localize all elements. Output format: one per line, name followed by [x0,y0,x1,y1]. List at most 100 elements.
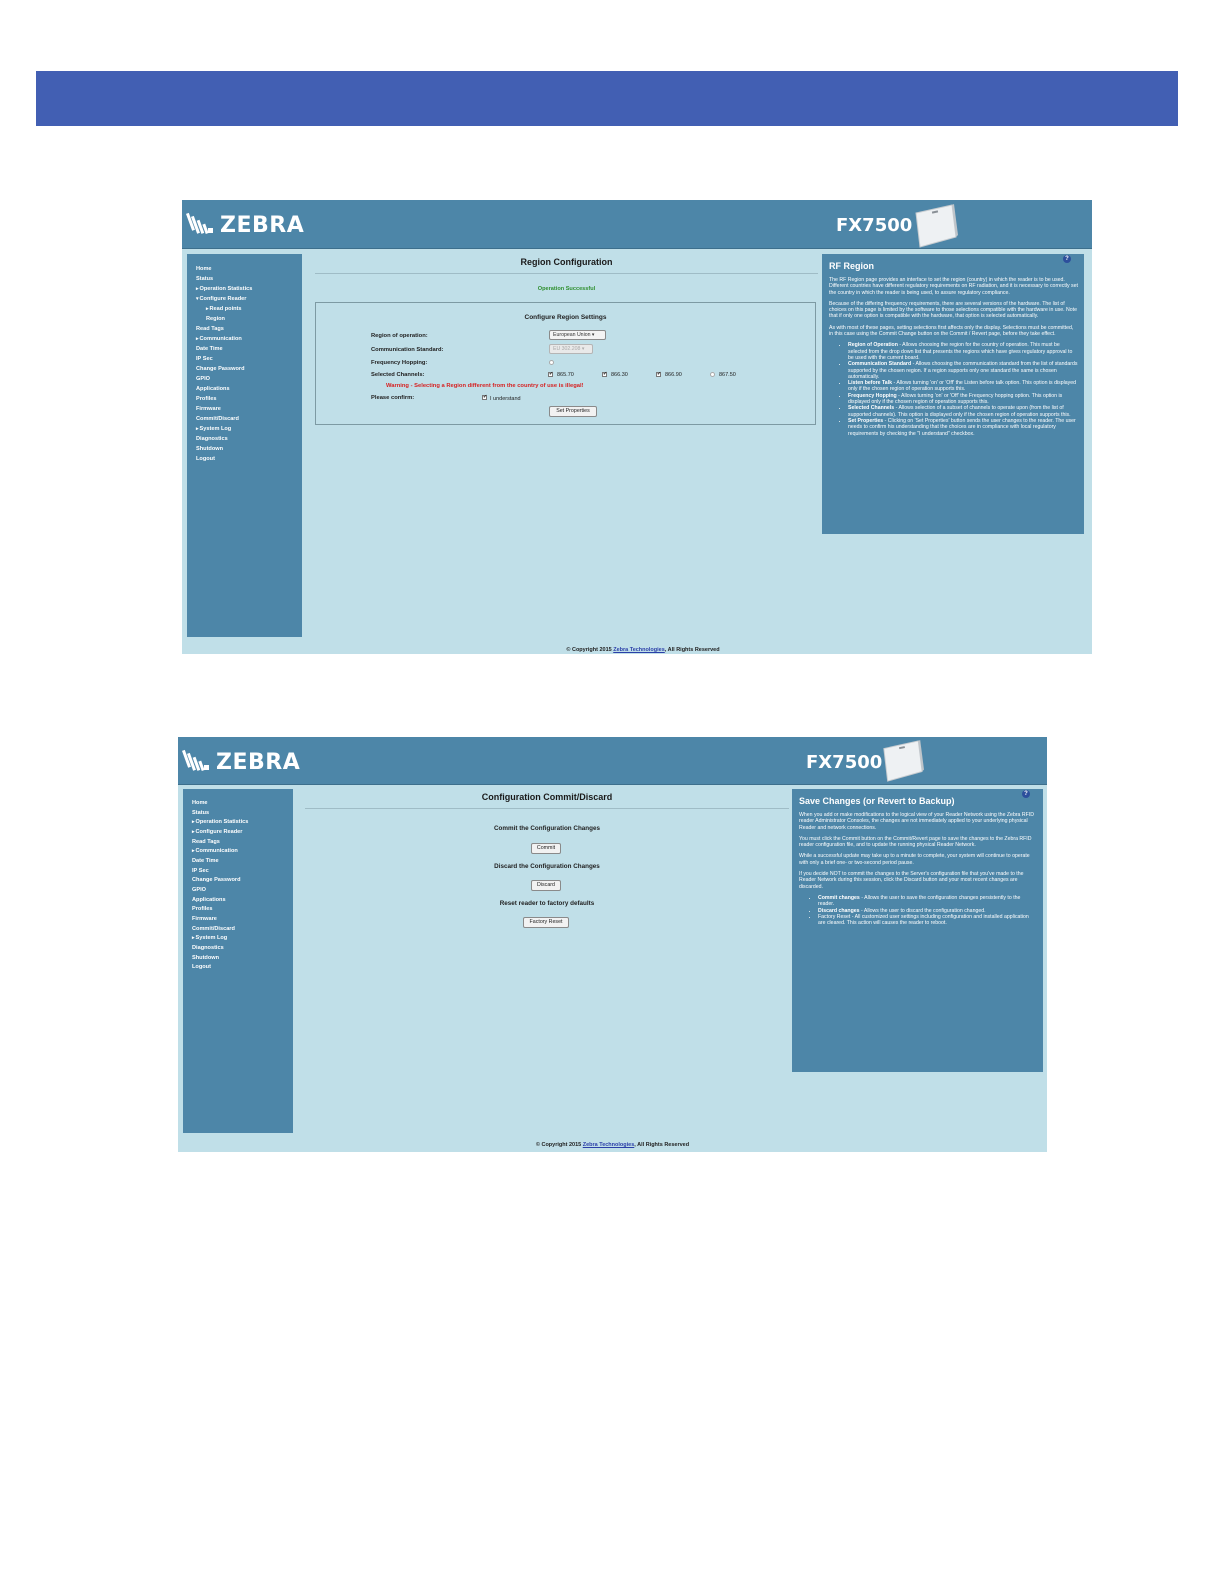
sidebar-item-change-password[interactable]: Change Password [192,876,293,886]
help-paragraph: While a successful update may take up to… [799,853,1030,866]
sidebar-item-label: Applications [196,386,230,392]
region-configuration-screenshot: ZEBRA FX7500 Home Status ▸Operation Statis… [182,200,1092,654]
reset-heading: Reset reader to factory defaults [499,900,595,907]
sidebar-item-label: Diagnostics [196,436,228,442]
sidebar-item-ip-sec[interactable]: IP Sec [196,354,302,364]
zebra-head-icon [182,749,209,772]
frequency-hopping-checkbox[interactable] [549,360,554,365]
sidebar-item-system-log[interactable]: ▸System Log [192,934,293,944]
sidebar-item-ip-sec[interactable]: IP Sec [192,867,293,877]
sidebar-item-date-time[interactable]: Date Time [196,344,302,354]
sidebar-item-change-password[interactable]: Change Password [196,364,302,374]
standard-label: Communication Standard: [371,347,444,353]
sidebar-item-gpio[interactable]: GPIO [192,886,293,896]
sidebar-item-label: System Log [199,426,232,432]
sidebar-item-label: GPIO [192,886,206,893]
zebra-logo[interactable]: ZEBRA [186,208,304,242]
channel-checkbox[interactable] [710,372,715,377]
region-label: Region of operation: [371,333,428,339]
standard-select[interactable]: EU 302.208 ▾ [549,344,593,354]
sidebar-item-label: Region [206,316,225,322]
zebra-logo[interactable]: ZEBRA [182,745,300,779]
sidebar-item-read-points[interactable]: ▸Read points [196,304,302,314]
sidebar-item-status[interactable]: Status [192,809,293,819]
app-header: ZEBRA FX7500 [182,200,1092,249]
sidebar-item-shutdown[interactable]: Shutdown [196,444,302,454]
help-paragraph: When you add or make modifications to th… [799,812,1034,831]
chevron-icon: ▸ [192,828,195,835]
sidebar-item-profiles[interactable]: Profiles [196,394,302,404]
sidebar-item-operation-statistics[interactable]: ▸Operation Statistics [196,284,302,294]
sidebar-item-region[interactable]: Region [196,314,302,324]
copyright-footer: © Copyright 2015 Zebra Technologies, All… [535,1142,690,1148]
sidebar-item-logout[interactable]: Logout [192,963,293,973]
sidebar-item-read-tags[interactable]: Read Tags [196,324,302,334]
sidebar-item-logout[interactable]: Logout [196,454,302,464]
page-title: Region Configuration [315,254,818,274]
sidebar-item-label: Shutdown [192,954,220,961]
sidebar-item-system-log[interactable]: ▸System Log [196,424,302,434]
sidebar-item-diagnostics[interactable]: Diagnostics [192,944,293,954]
understand-label: I understand [490,396,521,402]
commit-heading: Commit the Configuration Changes [494,825,600,832]
sidebar-item-gpio[interactable]: GPIO [196,374,302,384]
discard-button[interactable]: Discard [531,880,561,891]
sidebar-item-diagnostics[interactable]: Diagnostics [196,434,302,444]
sidebar-item-label: Firmware [192,915,217,922]
help-list-item: Listen before Talk - Allows turning 'on'… [848,380,1078,393]
sidebar-item-applications[interactable]: Applications [192,896,293,906]
help-panel: ? RF Region The RF Region page provides … [822,254,1084,534]
sidebar-item-status[interactable]: Status [196,274,302,284]
app-header: ZEBRA FX7500 [178,737,1047,785]
help-list-item: Set Properties - Clicking on 'Set Proper… [848,418,1078,437]
sidebar-item-label: Commit/Discard [196,416,239,422]
sidebar-item-commit-discard[interactable]: Commit/Discard [192,925,293,935]
help-list: Region of Operation - Allows choosing th… [829,342,1078,436]
sidebar-item-firmware[interactable]: Firmware [196,404,302,414]
channel-checkbox[interactable] [602,372,607,377]
sidebar-item-configure-reader[interactable]: ▾Configure Reader [196,294,302,304]
sidebar-item-configure-reader[interactable]: ▸Configure Reader [192,828,293,838]
zebra-technologies-link[interactable]: Zebra Technologies [613,647,665,653]
sidebar-item-label: Status [192,809,210,816]
product-name: FX7500 [836,215,913,236]
understand-checkbox[interactable] [482,395,487,400]
sidebar-item-label: Read Tags [192,838,220,845]
region-select[interactable]: European Union ▾ [549,330,606,340]
sidebar-item-applications[interactable]: Applications [196,384,302,394]
sidebar-item-communication[interactable]: ▸Communication [192,847,293,857]
chevron-icon: ▸ [196,426,199,432]
chevron-icon: ▸ [206,306,209,312]
sidebar-item-date-time[interactable]: Date Time [192,857,293,867]
page-title: Configuration Commit/Discard [305,789,789,809]
zebra-technologies-link[interactable]: Zebra Technologies [583,1142,635,1148]
sidebar-item-read-tags[interactable]: Read Tags [192,838,293,848]
sidebar-item-label: Home [196,266,212,272]
help-title: RF Region [829,261,874,271]
copyright-footer: © Copyright 2015 Zebra Technologies, All… [566,647,720,653]
zebra-head-icon [186,212,213,235]
selected-channels-label: Selected Channels: [371,372,425,378]
sidebar-item-communication[interactable]: ▸Communication [196,334,302,344]
channel-checkbox[interactable] [548,372,553,377]
sidebar-item-home[interactable]: Home [192,799,293,809]
chevron-icon: ▸ [196,286,199,292]
sidebar-item-firmware[interactable]: Firmware [192,915,293,925]
sidebar-item-home[interactable]: Home [196,264,302,274]
sidebar-item-label: Operation Statistics [199,286,253,292]
help-panel: ? Save Changes (or Revert to Backup) Whe… [792,789,1043,1072]
help-icon[interactable]: ? [1063,255,1071,263]
help-paragraph: As with most of these pages, setting sel… [829,324,1074,338]
commit-button[interactable]: Commit [531,843,561,854]
sidebar-item-shutdown[interactable]: Shutdown [192,954,293,964]
sidebar-item-commit-discard[interactable]: Commit/Discard [196,414,302,424]
help-icon[interactable]: ? [1022,790,1030,798]
sidebar-item-profiles[interactable]: Profiles [192,905,293,915]
set-properties-button[interactable]: Set Properties [549,406,597,417]
sidebar-item-label: Home [192,800,208,806]
channel-checkbox[interactable] [656,372,661,377]
help-list-item: Communication Standard - Allows choosing… [848,361,1078,380]
sidebar-item-operation-statistics[interactable]: ▸Operation Statistics [192,818,293,828]
sidebar-item-label: Change Password [196,366,245,372]
factory-reset-button[interactable]: Factory Reset [523,917,569,928]
